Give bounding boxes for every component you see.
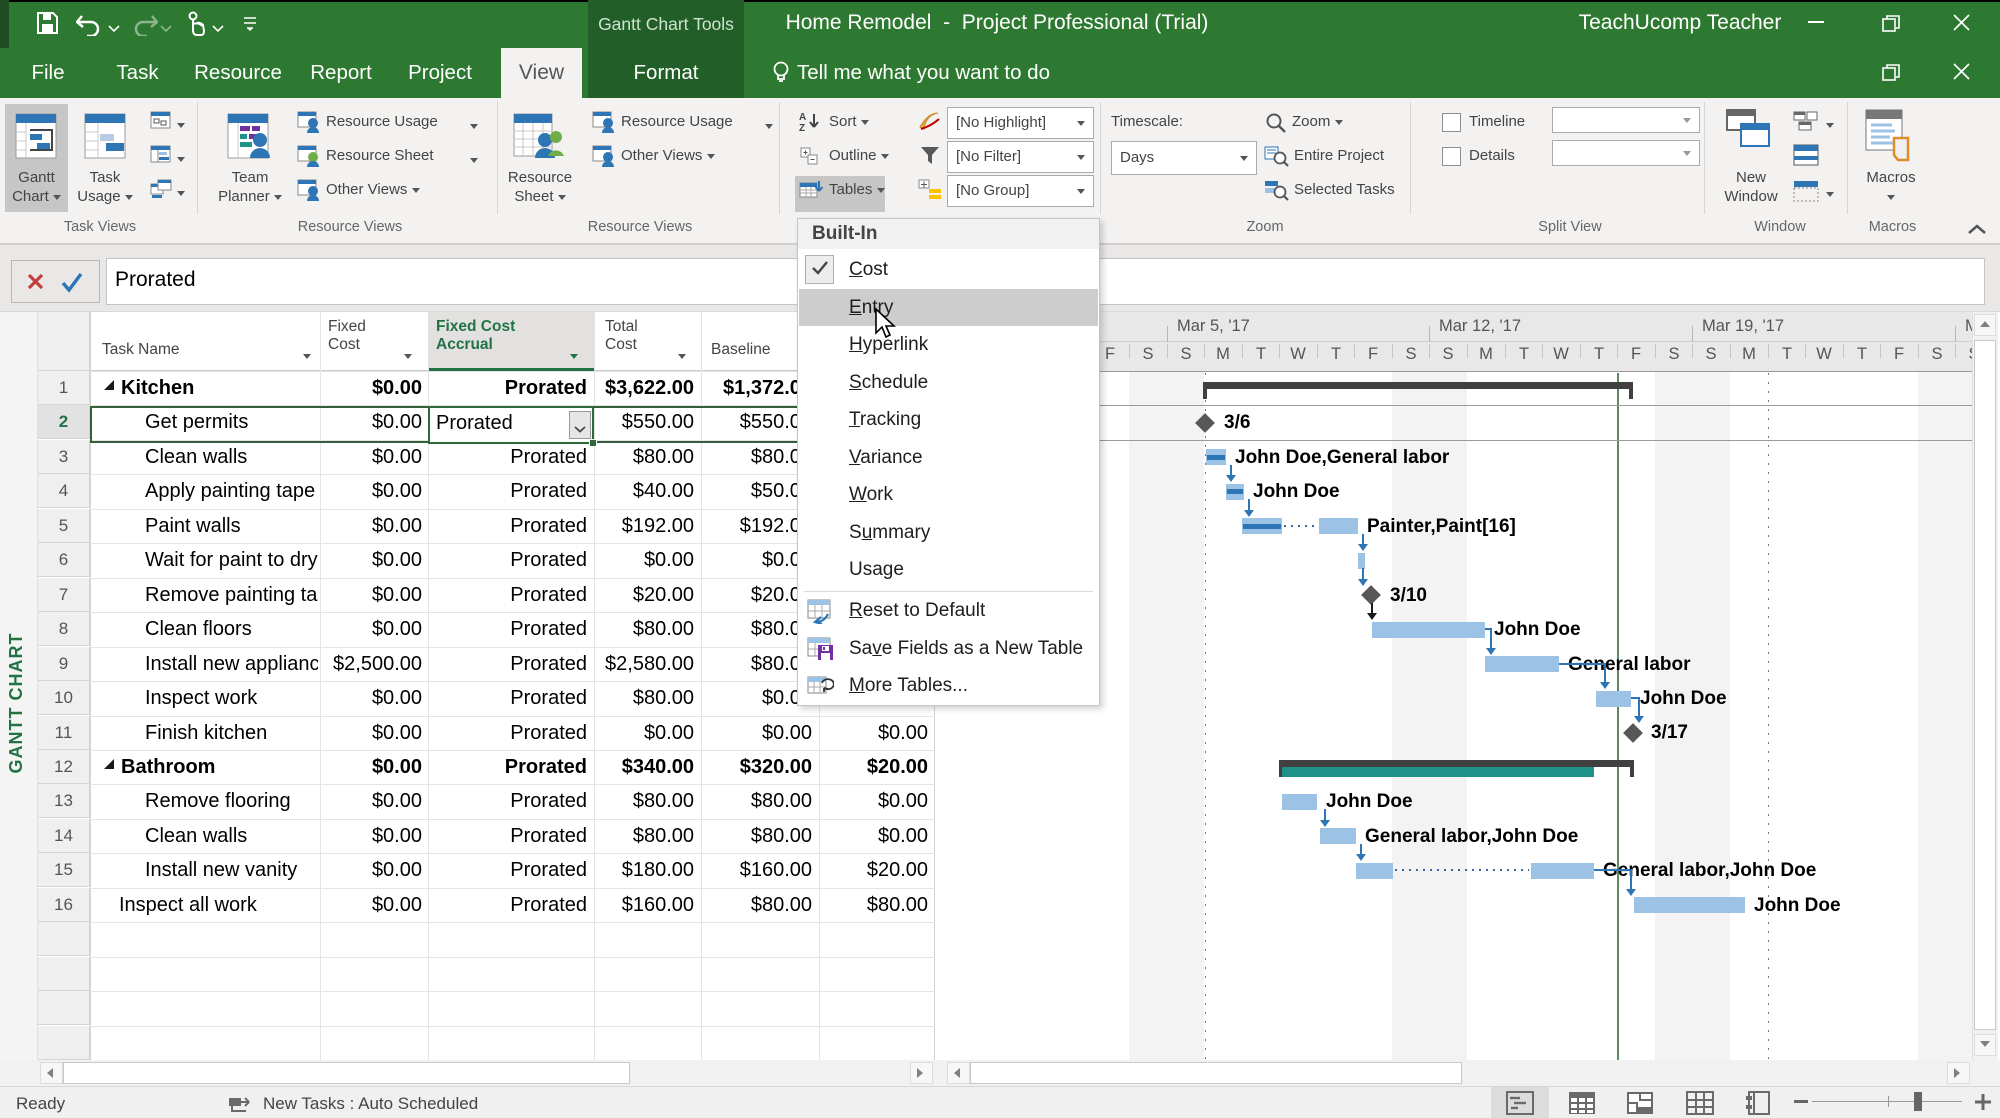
svg-text:A: A [799, 112, 806, 123]
svg-text:Z: Z [799, 123, 805, 133]
